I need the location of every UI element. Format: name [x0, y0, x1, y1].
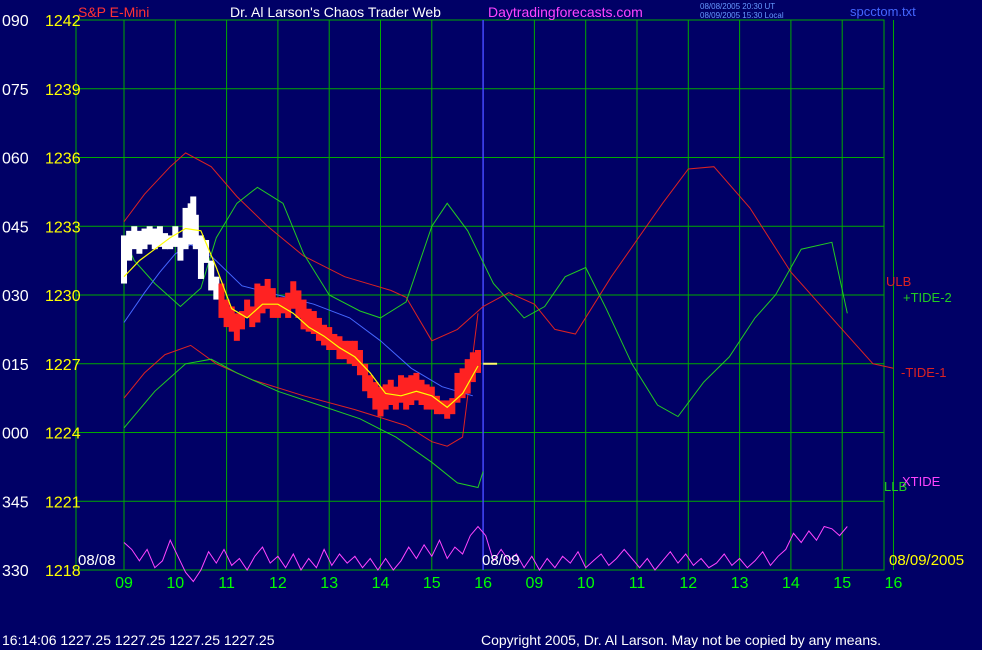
series-label-tide1: -TIDE-1	[901, 365, 947, 380]
status-time: 16:14:06	[2, 632, 57, 648]
x-tick-hour: 14	[782, 575, 800, 592]
price-bar	[233, 313, 240, 341]
price-bar	[444, 400, 451, 419]
x-tick-hour: 13	[731, 575, 749, 592]
x-tick-hour: 10	[166, 575, 184, 592]
x-tick-hour: 10	[577, 575, 595, 592]
price-bar	[408, 375, 415, 405]
series-label-ulb: ULB	[886, 274, 911, 289]
price-bar	[141, 228, 148, 250]
price-bar	[177, 237, 184, 261]
instrument-label: S&P E-Mini	[78, 4, 149, 20]
site-label: Daytradingforecasts.com	[488, 4, 643, 20]
y-tick-price: 1236	[45, 151, 81, 168]
date-label-start: 08/08	[78, 552, 116, 569]
price-bar	[290, 281, 297, 309]
y-tick-angle: 060	[2, 151, 29, 168]
price-bar	[146, 226, 153, 245]
x-tick-hour: 09	[115, 575, 133, 592]
y-tick-angle: 090	[2, 13, 29, 30]
x-tick-hour: 15	[833, 575, 851, 592]
x-tick-hour: 12	[679, 575, 697, 592]
copyright-notice: Copyright 2005, Dr. Al Larson. May not b…	[481, 632, 882, 648]
price-bar	[249, 306, 256, 328]
x-tick-hour: 09	[526, 575, 544, 592]
price-bar	[218, 283, 225, 318]
y-tick-price: 1224	[45, 426, 81, 443]
x-tick-hour: 15	[423, 575, 441, 592]
price-bar	[274, 297, 281, 318]
y-tick-angle: 000	[2, 426, 29, 443]
price-bar	[151, 228, 158, 250]
y-tick-angle: 045	[2, 219, 29, 236]
y-tick-angle: 075	[2, 82, 29, 99]
price-bar	[192, 214, 199, 250]
x-tick-hour: 12	[269, 575, 287, 592]
date-label-mid: 08/09	[482, 552, 520, 569]
data-filename: spcctom.txt	[850, 4, 916, 19]
price-bar	[136, 230, 143, 254]
status-bar: 16:14:06 1227.25 1227.25 1227.25 1227.25	[2, 632, 275, 648]
x-tick-hour: 11	[629, 575, 646, 592]
price-bar	[197, 235, 204, 279]
price-bar	[259, 285, 266, 314]
price-bar	[398, 375, 405, 403]
y-tick-angle: 030	[2, 288, 29, 305]
price-bar	[254, 283, 261, 323]
price-bar	[469, 352, 476, 383]
y-tick-price: 1221	[45, 494, 81, 511]
x-tick-hour: 13	[320, 575, 338, 592]
y-tick-price: 1227	[45, 357, 81, 374]
price-bar	[131, 226, 138, 250]
series-label-xtide: XTIDE	[902, 474, 941, 489]
price-bar	[351, 340, 358, 367]
price-bar	[372, 382, 379, 410]
price-bar	[244, 299, 251, 318]
price-bar	[392, 386, 399, 410]
chart-title: Dr. Al Larson's Chaos Trader Web	[230, 4, 441, 20]
status-ohlc: 1227.25 1227.25 1227.25 1227.25	[60, 632, 275, 648]
y-tick-price: 1239	[45, 82, 81, 99]
price-bar	[413, 372, 420, 401]
price-bar	[213, 276, 220, 300]
y-tick-price: 1233	[45, 219, 81, 236]
y-tick-price: 1230	[45, 288, 81, 305]
price-bar	[387, 379, 394, 405]
price-bar	[285, 292, 292, 318]
date-label-end: 08/09/2005	[889, 552, 964, 569]
y-tick-angle: 015	[2, 357, 29, 374]
timestamp-ut: 08/08/2005 20:30 UT	[700, 2, 775, 11]
price-bar	[208, 260, 215, 291]
price-bar	[295, 290, 302, 318]
timestamp-local: 08/09/2005 15:30 Local	[700, 11, 784, 20]
price-bar	[126, 230, 133, 261]
y-tick-price: 1242	[45, 13, 81, 30]
y-tick-angle: 330	[2, 563, 29, 580]
x-tick-hour: 16	[474, 575, 492, 592]
price-bar	[269, 288, 276, 318]
price-bar	[223, 299, 230, 328]
price-bar	[377, 386, 384, 417]
y-tick-angle: 345	[2, 494, 29, 511]
x-tick-hour: 14	[372, 575, 390, 592]
price-bar	[382, 384, 389, 410]
series-label-tide2: +TIDE-2	[903, 290, 952, 305]
x-tick-hour: 11	[218, 575, 235, 592]
y-tick-price: 1218	[45, 563, 81, 580]
price-bar	[423, 384, 430, 410]
price-bar	[315, 317, 322, 341]
price-bar	[428, 386, 435, 410]
x-tick-hour: 16	[885, 575, 903, 592]
chart-canvas: 090 1242 075 1239 060 1236 045 1233 030 1230 015 12…	[0, 0, 982, 650]
price-bar	[367, 375, 374, 399]
series-label-llb: LLB	[884, 479, 907, 494]
